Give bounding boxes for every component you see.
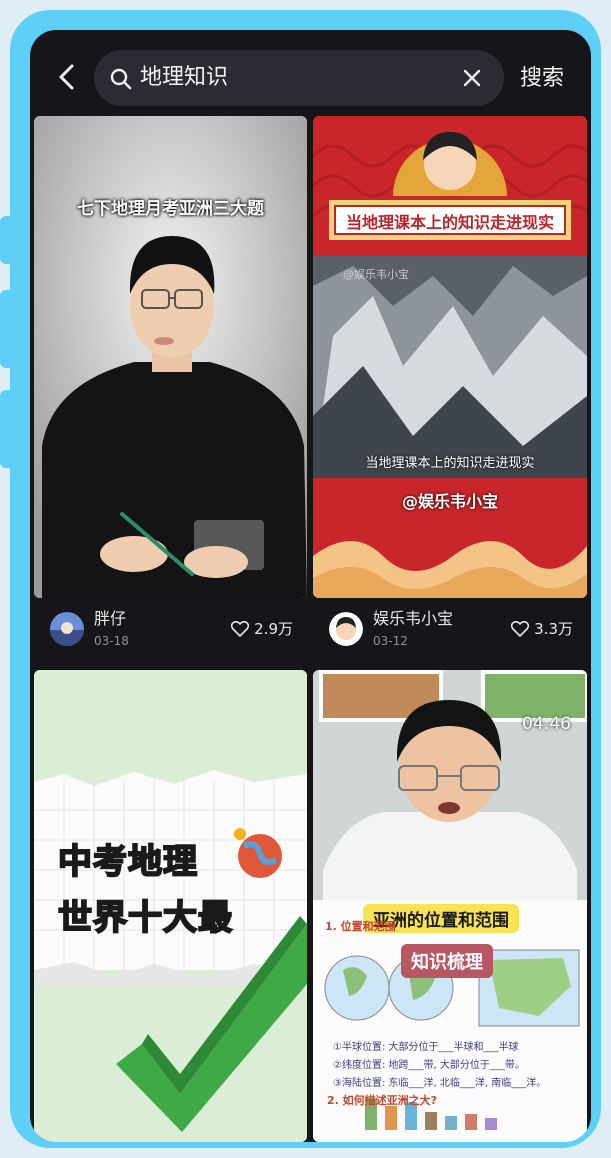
- note-heading-2: 2. 如何描述亚洲之大?: [327, 1094, 438, 1107]
- note-heading-1: 1. 位置和范围: [325, 920, 396, 933]
- author-name[interactable]: 娱乐韦小宝: [373, 608, 453, 630]
- video-meta-1: 胖仔 03-18 2.9万: [34, 598, 307, 666]
- avatar-image: [329, 612, 363, 646]
- avatar[interactable]: [329, 612, 363, 646]
- video-title-line-2: 世界十大最: [57, 897, 233, 939]
- watermark: @娱乐韦小宝: [343, 268, 409, 281]
- video-card-3[interactable]: 中考地理 世界十大最: [34, 670, 307, 1142]
- note-line-3: ③海陆位置: 东临___洋, 北临___洋, 南临___洋。: [333, 1078, 547, 1089]
- post-date: 03-12: [373, 634, 408, 648]
- side-button-mid: [0, 290, 16, 368]
- post-date: 03-18: [94, 634, 129, 648]
- search-query-text[interactable]: 地理知识: [140, 63, 228, 93]
- search-icon: [110, 68, 132, 90]
- like-count[interactable]: 2.9万: [231, 618, 293, 640]
- video-duration: 04:46: [522, 714, 571, 734]
- side-button-low: [0, 390, 16, 468]
- video-meta-2: 娱乐韦小宝 03-12 3.3万: [313, 598, 587, 666]
- video-card-1[interactable]: 七下地理月考亚洲三大题: [34, 116, 307, 598]
- like-count-text: 2.9万: [254, 620, 293, 638]
- search-input[interactable]: 地理知识: [94, 50, 504, 106]
- avatar-image: [50, 612, 84, 646]
- video-title-line-1: 中考地理: [57, 841, 198, 883]
- video-card-2[interactable]: 当地理课本上的知识走进现实 @娱乐韦小宝 当地理课本上的知识走进现实 @娱乐韦小…: [313, 116, 587, 598]
- note-line-2: ②纬度位置: 地跨___带, 大部分位于___带。: [333, 1060, 525, 1071]
- video-caption: 当地理课本上的知识走进现实: [365, 456, 535, 471]
- like-count[interactable]: 3.3万: [511, 618, 573, 640]
- channel-handle: @娱乐韦小宝: [401, 492, 498, 511]
- phone-screen: 地理知识 搜索 七下地理月考亚洲三大题 胖仔 03-18 2.9万 当地理课本上…: [30, 30, 591, 1142]
- like-count-text: 3.3万: [534, 620, 573, 638]
- back-arrow-icon[interactable]: [56, 64, 78, 90]
- video-thumbnail-2: [313, 116, 587, 598]
- search-header: 地理知识 搜索: [30, 30, 591, 116]
- banner-title: 当地理课本上的知识走进现实: [345, 213, 554, 232]
- video-overlay-title-1: 七下地理月考亚洲三大题: [77, 199, 264, 219]
- clear-icon[interactable]: [462, 68, 482, 88]
- video-thumbnail-1: [34, 116, 307, 598]
- side-button-top: [0, 216, 16, 264]
- heart-icon: [231, 621, 250, 637]
- note-line-1: ①半球位置: 大部分位于___半球和___半球: [333, 1042, 519, 1053]
- author-name[interactable]: 胖仔: [94, 608, 126, 630]
- search-button[interactable]: 搜索: [520, 64, 564, 94]
- video-card-4[interactable]: 04:46 亚洲的位置和范围 知识梳理 1. 位置和范围 ①半球位置: 大部分位…: [313, 670, 587, 1142]
- video-tag-label: 知识梳理: [401, 944, 493, 978]
- heart-icon: [511, 621, 530, 637]
- avatar[interactable]: [50, 612, 84, 646]
